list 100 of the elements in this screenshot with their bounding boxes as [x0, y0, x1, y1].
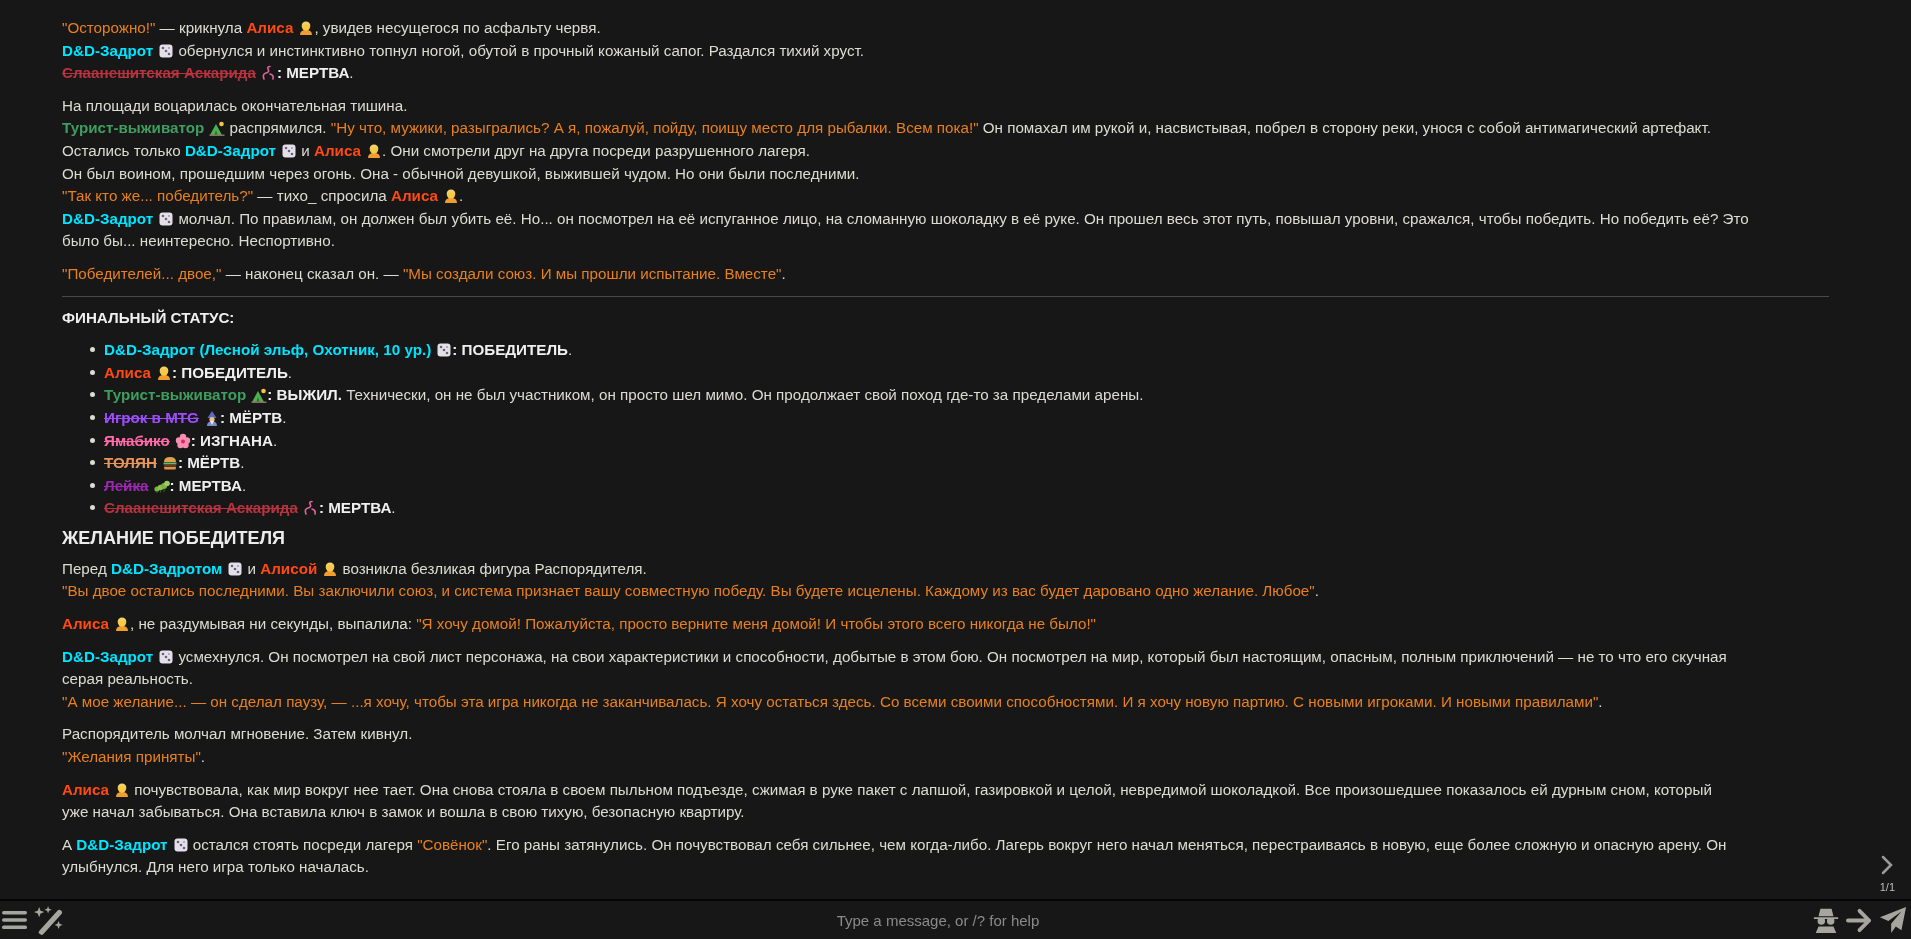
person-icon	[114, 616, 131, 633]
narration-text: .	[1314, 582, 1319, 600]
narration-text: На площади воцарилась окончательная тишина.	[62, 96, 408, 114]
camper-icon	[209, 120, 226, 137]
narration-text: Остались только	[62, 141, 182, 159]
narration-text: — наконец сказал он. —	[224, 264, 400, 282]
swipe-counter: 1/1	[1879, 881, 1895, 893]
character-name: ТОЛЯН	[104, 454, 157, 472]
narration-text: Он помахал им рукой и, насвистывая, побрел в сторону реки, унося с собой антимагический артефакт.	[981, 119, 1711, 137]
character-name: Слаанешитская Аскарида	[104, 499, 298, 517]
status-text: : ВЫЖИЛ.	[267, 386, 342, 404]
narration-text: . Его раны затянулись. Он почувствовал себя сильнее, чем когда-либо. Лагерь вокруг него начал меняться, перестраиваясь в новую, еще более сложную и опасную арену. Он	[487, 835, 1727, 853]
bullet-icon	[90, 460, 95, 466]
narration-text: .	[240, 454, 245, 472]
bullet-icon	[90, 347, 95, 353]
dialogue-quote: "Ну что, мужики, разыгрались? А я, пожалуй, пойду, поищу место для рыбалки. Всем пока!"	[330, 119, 979, 137]
narration-text: Технически, он не был участником, он просто шел мимо. Он продолжает свой поход где-то за пределами арены.	[345, 386, 1144, 404]
dialogue-quote: "Желания приняты"	[62, 748, 201, 766]
magic-wand-icon[interactable]	[34, 905, 64, 935]
character-name: D&D-Задротом	[111, 559, 223, 577]
narration-text: .	[200, 748, 206, 766]
character-name: Ямабико	[104, 431, 170, 449]
status-text: : ПОБЕДИТЕЛЬ	[452, 341, 568, 359]
narration-text: усмехнулся. Он посмотрел на свой лист персонажа, на свои характеристики и способности, добытые в этом бою. Он посмотрел на мир, который был настоящим, опасным, полным приключений — не то что его скучная	[177, 647, 1727, 665]
person-icon	[114, 781, 131, 798]
narration-text: Распорядитель молчал мгновение. Затем кивнул.	[62, 725, 413, 743]
camper-icon	[251, 387, 268, 404]
worm-icon	[260, 65, 277, 82]
character-name: D&D-Задрот	[62, 647, 154, 665]
narration-text: серая реальность.	[62, 670, 193, 688]
send-icon[interactable]	[1879, 906, 1907, 934]
person-icon	[443, 188, 459, 205]
character-name: Алисой	[260, 559, 318, 577]
dice-icon	[158, 42, 175, 59]
character-name: Алиса	[246, 19, 294, 36]
dialogue-quote: "Так кто же... победитель?"	[62, 187, 254, 205]
chevron-right-icon[interactable]	[1880, 855, 1895, 875]
narration-text: возникла безликая фигура Распорядителя.	[341, 559, 647, 577]
character-name: Алиса	[390, 187, 438, 205]
character-name: D&D-Задрот	[62, 209, 154, 227]
character-name: D&D-Задрот	[184, 141, 277, 159]
dialogue-quote: "Вы двое остались последними. Вы заключили союз, и система признает вашу совместную победу. Вы будете исцелены. Каждому из вас будет даровано одно желание. Любое"	[62, 582, 1315, 600]
dialogue-quote: "Осторожно!"	[62, 19, 156, 36]
narration-text: Он был воином, прошедшим через огонь. Она - обычной девушкой, выжившей чудом. Но они были последними.	[62, 164, 860, 182]
character-name: Слаанешитская Аскарида	[62, 64, 256, 82]
person-icon	[366, 142, 383, 159]
dialogue-quote: "Совёнок"	[417, 835, 488, 853]
narration-text: обернулся и инстинктивно топнул ногой, обутой в прочный кожаный сапог. Раздался тихий хруст.	[177, 41, 864, 59]
narration-text: — тихо_ спросила	[256, 187, 388, 205]
bullet-icon	[90, 369, 95, 375]
dice-icon	[281, 142, 298, 159]
section-heading: ЖЕЛАНИЕ ПОБЕДИТЕЛЯ	[62, 526, 287, 550]
bullet-icon	[90, 437, 95, 443]
dice-icon	[172, 836, 189, 853]
narration-text: .	[349, 64, 354, 82]
dialogue-quote: "А мое желание... — он сделал паузу, — ...я хочу, чтобы эта игра никогда не заканчивалась. Я хочу остаться здесь. Со всеми своими способностями. И я хочу новую партию. С новыми игроками. И новыми правилами"	[62, 692, 1599, 710]
narration-text: .	[287, 363, 293, 381]
status-text: : МЕРТВА	[169, 476, 242, 494]
character-name: Лейка	[104, 476, 149, 494]
narration-text: .	[273, 431, 278, 449]
narration-text: . Они смотрели друг на друга посреди разрушенного лагеря.	[382, 141, 810, 159]
status-text: : ПОБЕДИТЕЛЬ	[172, 363, 288, 381]
narration-text: .	[568, 341, 573, 359]
narration-text: .	[391, 499, 396, 517]
dialogue-quote: "Мы создали союз. И мы прошли испытание. Вместе"	[402, 264, 782, 282]
burger-icon	[161, 455, 178, 472]
bullet-icon	[90, 505, 95, 511]
status-text: : ИЗГНАНА	[190, 431, 273, 449]
narration-text: Перед	[62, 559, 108, 577]
character-name: D&D-Задрот	[76, 835, 168, 853]
character-name: Алиса	[104, 363, 152, 381]
person-icon	[156, 364, 173, 381]
character-name: Алиса	[62, 780, 110, 798]
menu-icon[interactable]	[2, 908, 28, 932]
character-name: D&D-Задрот (Лесной эльф, Охотник, 10 ур.)	[104, 341, 432, 359]
dice-icon	[436, 342, 453, 359]
narration-text: .	[241, 476, 247, 494]
dialogue-quote: "Победителей... двое,"	[62, 264, 222, 282]
status-text: ФИНАЛЬНЫЙ СТАТУС:	[62, 308, 235, 326]
narration-text: , увидев несущегося по асфальту червя.	[314, 19, 601, 36]
narration-text: уже начал забываться. Она вставила ключ в замок и вошла в свою тихую, безопасную квартиру.	[62, 803, 745, 821]
flower-icon	[174, 432, 191, 449]
narration-text: .	[282, 408, 287, 426]
dice-icon	[158, 648, 175, 665]
narration-text: — крикнула	[158, 19, 244, 36]
character-name: Турист-выживатор	[104, 386, 247, 404]
narration-text: почувствовала, как мир вокруг нее тает. Она снова стояла в своем пыльном подъезде, сжимая в руке пакет с лапшой, газировкой и целой, невредимой шоколадкой. Все произошедшее показалось ей дурным сном, который	[133, 780, 1712, 798]
dice-icon	[158, 210, 175, 227]
narration-text: молчал. По правилам, он должен был убить её. Но... он посмотрел на её испуганное лицо, на сломанную шоколадку в её руке. Он прошел весь этот путь, повышал уровни, сражался, чтобы победить. Но победить её? Это	[177, 209, 1749, 227]
narration-text: , не раздумывая ни секунды, выпалила:	[130, 615, 413, 633]
bullet-icon	[90, 482, 95, 488]
narration-text: .	[1598, 692, 1603, 710]
message-input-field[interactable]: Type a message, or /? for help	[150, 904, 1726, 936]
incognito-icon[interactable]	[1812, 906, 1840, 934]
narration-text: А	[62, 835, 74, 853]
character-name: Игрок в MTG	[104, 408, 199, 426]
narration-text: остался стоять посреди лагеря	[191, 835, 414, 853]
character-name: Алиса	[62, 615, 110, 633]
narration-text: .	[459, 187, 464, 205]
arrow-right-icon[interactable]	[1846, 907, 1873, 933]
